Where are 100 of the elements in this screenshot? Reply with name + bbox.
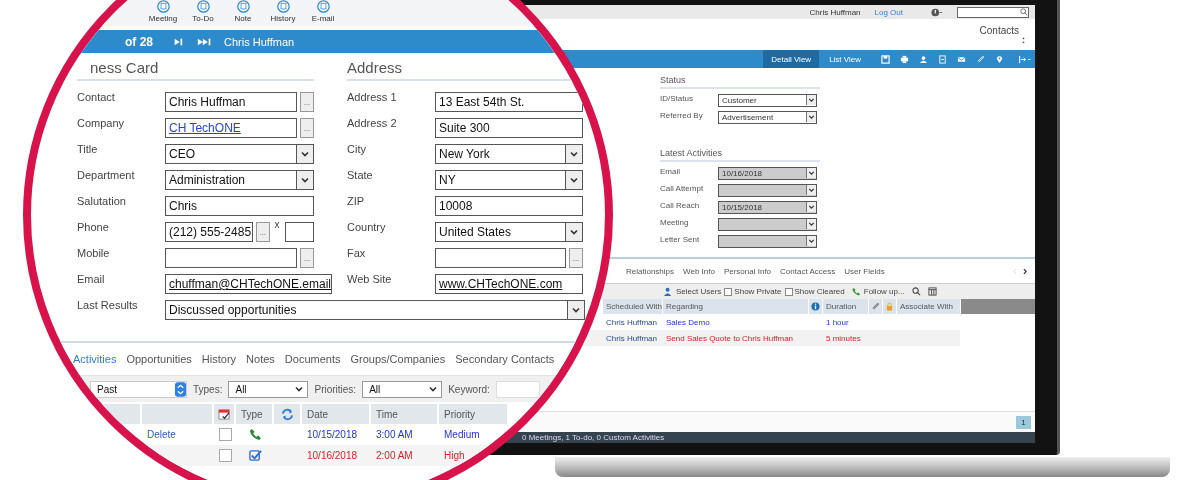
page-button[interactable]: 1 [1016,415,1031,429]
print-icon[interactable] [900,54,909,64]
extension-field[interactable] [284,222,314,242]
text-field[interactable]: (212) 555-2485 [165,222,253,242]
mail-icon[interactable] [957,54,966,64]
dropdown[interactable]: Customer [718,94,817,107]
calendar-check-icon[interactable] [217,407,231,421]
dropdown[interactable]: Administration [165,170,314,190]
field-label: Country [347,220,387,233]
tab[interactable]: Personal Info [723,266,772,276]
tab[interactable]: Groups/Companies [350,353,446,365]
lock-icon [885,302,894,311]
checkbox[interactable] [218,428,232,441]
dropdown[interactable]: NY [435,170,583,190]
tab[interactable]: Relationships [626,266,675,276]
toolbar-button[interactable]: E-mail [303,0,343,26]
lookup-button[interactable]: ... [300,248,314,268]
dropdown[interactable] [718,218,817,231]
toolbar-button[interactable]: To-Do [183,0,223,26]
field-label: ID/Status [660,94,694,103]
view-tab[interactable]: List View [821,50,869,68]
chevron-down-icon [806,168,816,178]
text-field[interactable] [165,248,297,268]
person-icon[interactable] [919,54,928,64]
section-heading: Address [347,59,583,81]
keyword-field[interactable] [495,380,540,398]
help-icon[interactable] [931,7,943,17]
tab[interactable]: Web Info [683,266,715,276]
lookup-button[interactable]: ... [569,248,583,268]
tab[interactable]: User Fields [844,266,885,276]
checkbox[interactable] [724,287,733,296]
follow-up-link[interactable]: Follow up... [863,287,905,296]
dropdown[interactable]: 10/15/2018 [718,201,817,214]
toolbar-button[interactable]: Meeting [143,0,183,26]
tab[interactable]: Opportunities [126,353,192,365]
text-field[interactable]: 13 East 54th St. [435,92,583,112]
text-field[interactable]: Suite 300 [435,118,583,138]
tab[interactable]: Notes [246,353,275,365]
dropdown[interactable]: New York [435,144,583,164]
dropdown[interactable]: All [228,380,309,398]
more-icon[interactable] [1022,37,1025,44]
section-heading: Latest Activities [660,148,820,162]
tab[interactable]: Activities [73,353,117,365]
lookup-button[interactable]: ... [300,118,314,138]
save-icon[interactable] [881,54,890,64]
text-field[interactable]: CH TechONE [165,118,297,138]
checkbox[interactable] [218,449,232,462]
chevron-down-icon [806,236,816,246]
table-cell[interactable]: Sales Demo [663,317,809,327]
next-icon[interactable] [173,36,183,47]
dropdown[interactable]: CEO [165,144,314,164]
filter-label: Keyword: [448,383,490,395]
dropdown[interactable]: Advertisement [718,111,817,124]
lookup-button[interactable]: ... [300,92,314,112]
table-cell-text: 2:00 AM [375,450,414,461]
toolbar-button[interactable]: History [263,0,303,26]
users-icon[interactable] [664,287,673,296]
text-field[interactable] [435,248,566,268]
dropdown[interactable] [718,184,817,197]
dropdown[interactable]: Past [90,380,187,398]
text-field[interactable]: www.CHTechONE.com [435,274,583,294]
table-icon[interactable] [927,287,937,296]
dropdown[interactable]: All [362,380,443,398]
select-users-label: Select Users [676,287,722,296]
paperclip-icon[interactable] [976,54,985,64]
document-icon[interactable] [938,54,947,64]
refresh-icon[interactable] [280,407,294,421]
text-field[interactable]: Chris [165,196,314,216]
last-icon[interactable] [197,36,212,47]
location-pin-icon[interactable] [995,54,1004,64]
tab[interactable]: History [201,353,237,365]
dropdown[interactable]: 10/16/2018 [718,167,817,180]
lookup-button[interactable]: ... [255,222,270,242]
field-label: Title [77,142,99,155]
text-field[interactable]: chuffman@CHTechONE.email [165,274,333,294]
text-field[interactable]: Chris Huffman [165,92,297,112]
table-cell[interactable]: Send Sales Quote to Chris Huffman [663,333,809,343]
exit-icon[interactable] [1018,54,1031,64]
column-header: Associate With [897,299,960,314]
tab[interactable]: Secondary Contacts [455,353,555,365]
text-field[interactable]: 10008 [435,196,583,216]
page-title: Contacts [979,25,1019,36]
dropdown[interactable] [718,235,817,248]
logout-link[interactable]: Log Out [874,7,903,17]
chevron-down-icon [569,149,579,159]
dropdown[interactable]: Discussed opportunities [165,300,585,320]
field-label: Contact [77,90,116,103]
phone-icon[interactable] [851,287,861,296]
toolbar-button[interactable]: Note [223,0,263,26]
table-cell-text: Chris Huffman [605,333,658,343]
search-icon[interactable] [911,287,921,296]
checkbox[interactable] [784,287,793,296]
search-field[interactable] [957,6,1029,18]
tab[interactable]: Contact Access [780,266,836,276]
column-header: Priority [439,404,507,424]
delete-link[interactable]: Delete [147,429,176,440]
view-tab[interactable]: Detail View [763,50,820,68]
filter-label: Types: [193,383,223,395]
tab[interactable]: Documents [284,353,341,365]
dropdown[interactable]: United States [435,222,583,242]
